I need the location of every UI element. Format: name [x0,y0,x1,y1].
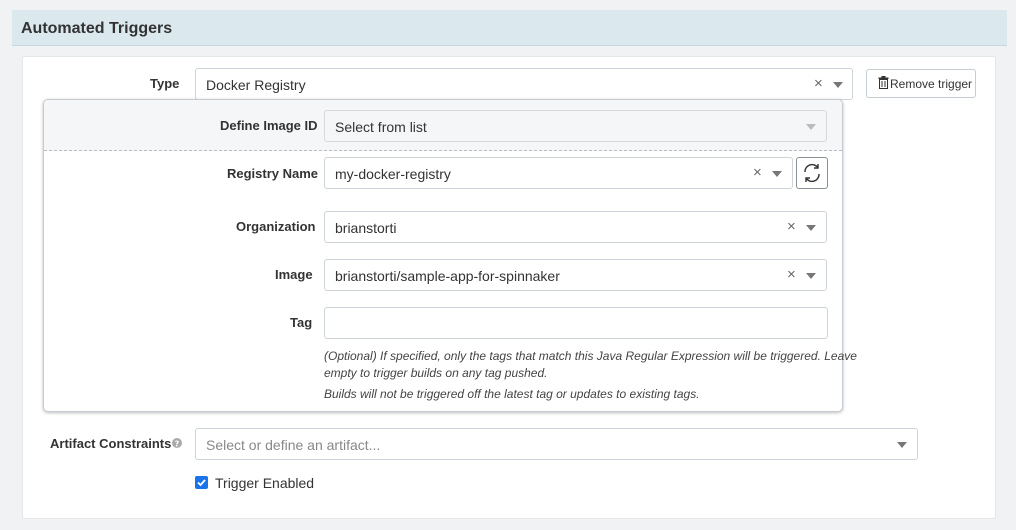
refresh-registries-button[interactable] [796,157,828,189]
registry-name-select[interactable]: my-docker-registry × [324,157,793,189]
organization-chevron-down-icon[interactable] [806,225,816,231]
tag-help-line-2: empty to trigger builds on any tag pushe… [324,366,548,380]
image-chevron-down-icon[interactable] [806,273,816,279]
registry-name-label: Registry Name [227,166,319,181]
image-clear-icon[interactable]: × [787,266,796,283]
define-image-select[interactable]: Select from list [324,110,827,142]
trigger-enabled-label[interactable]: Trigger Enabled [215,475,314,491]
tag-help-line-3: Builds will not be triggered off the lat… [324,387,700,401]
image-value: brianstorti/sample-app-for-spinnaker [335,268,560,284]
artifact-constraints-label: Artifact Constraints [50,436,172,451]
organization-select[interactable]: brianstorti × [324,211,827,243]
registry-clear-icon[interactable]: × [753,164,762,181]
tag-help-line-1: (Optional) If specified, only the tags t… [324,349,857,363]
type-clear-icon[interactable]: × [814,75,823,92]
define-image-chevron-down-icon[interactable] [806,124,816,130]
artifact-chevron-down-icon[interactable] [897,442,907,448]
organization-value: brianstorti [335,220,397,236]
question-circle-icon[interactable]: ? [172,438,182,448]
tag-input[interactable] [324,307,828,339]
define-image-label: Define Image ID [220,118,318,133]
section-header: Automated Triggers [12,10,1007,46]
trigger-enabled-checkbox[interactable] [195,476,208,489]
image-select[interactable]: brianstorti/sample-app-for-spinnaker × [324,259,827,291]
type-select[interactable]: Docker Registry × [195,68,853,100]
remove-trigger-label: Remove trigger [890,77,973,91]
trash-icon [878,76,889,89]
svg-text:?: ? [175,440,180,449]
registry-name-value: my-docker-registry [335,166,451,182]
organization-label: Organization [236,219,316,234]
organization-clear-icon[interactable]: × [787,218,796,235]
registry-chevron-down-icon[interactable] [772,171,782,177]
type-chevron-down-icon[interactable] [833,82,843,88]
type-value: Docker Registry [206,77,306,93]
check-icon [197,479,206,487]
define-image-value: Select from list [335,119,427,135]
image-label: Image [275,267,313,282]
tag-label: Tag [290,315,313,330]
artifact-constraints-select[interactable]: Select or define an artifact... [195,428,918,460]
section-title: Automated Triggers [21,20,173,37]
refresh-icon [804,163,820,183]
remove-trigger-button[interactable]: Remove trigger [866,69,976,98]
type-label: Type [150,76,180,91]
artifact-constraints-placeholder: Select or define an artifact... [206,437,381,453]
